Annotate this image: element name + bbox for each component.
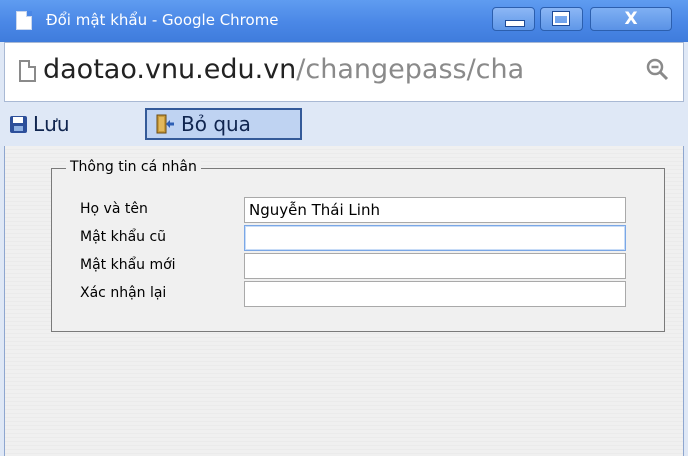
exit-door-icon [156,114,174,134]
skip-label: Bỏ qua [181,112,251,136]
title-bar[interactable]: Đổi mật khẩu - Google Chrome X [0,0,688,42]
fieldset-legend: Thông tin cá nhân [66,159,201,175]
url-domain: daotao.vnu.edu.vn [43,54,297,85]
personal-info-fieldset: Thông tin cá nhân Họ và tên Nguyễn Thái … [51,159,665,332]
skip-button[interactable]: Bỏ qua [145,108,302,140]
window-title: Đổi mật khẩu - Google Chrome [46,11,279,29]
fullname-field[interactable]: Nguyễn Thái Linh [244,197,626,223]
old-password-field[interactable] [244,225,626,251]
address-bar[interactable]: daotao.vnu.edu.vn/changepass/cha [4,42,684,102]
old-password-label: Mật khẩu cũ [80,229,167,245]
close-icon: X [624,9,638,29]
zoom-icon[interactable] [645,57,669,81]
browser-window: Đổi mật khẩu - Google Chrome X daotao.vn… [0,0,688,456]
fullname-label: Họ và tên [80,201,148,217]
save-button[interactable]: Lưu [10,111,70,137]
url-text[interactable]: daotao.vnu.edu.vn/changepass/cha [43,54,524,85]
page-content: Thông tin cá nhân Họ và tên Nguyễn Thái … [4,146,684,456]
url-path: /changepass/cha [296,54,525,85]
close-button[interactable]: X [590,7,672,31]
page-icon [19,60,36,82]
maximize-icon [552,11,570,26]
confirm-password-label: Xác nhận lại [80,285,167,301]
save-label: Lưu [33,112,70,136]
page-icon [16,11,32,30]
confirm-password-field[interactable] [244,281,626,307]
minimize-icon [505,20,525,27]
toolbar: Lưu Bỏ qua [0,104,688,144]
new-password-field[interactable] [244,253,626,279]
minimize-button[interactable] [492,7,535,31]
save-icon [10,115,27,133]
new-password-label: Mật khẩu mới [80,257,176,273]
maximize-button[interactable] [540,7,583,31]
